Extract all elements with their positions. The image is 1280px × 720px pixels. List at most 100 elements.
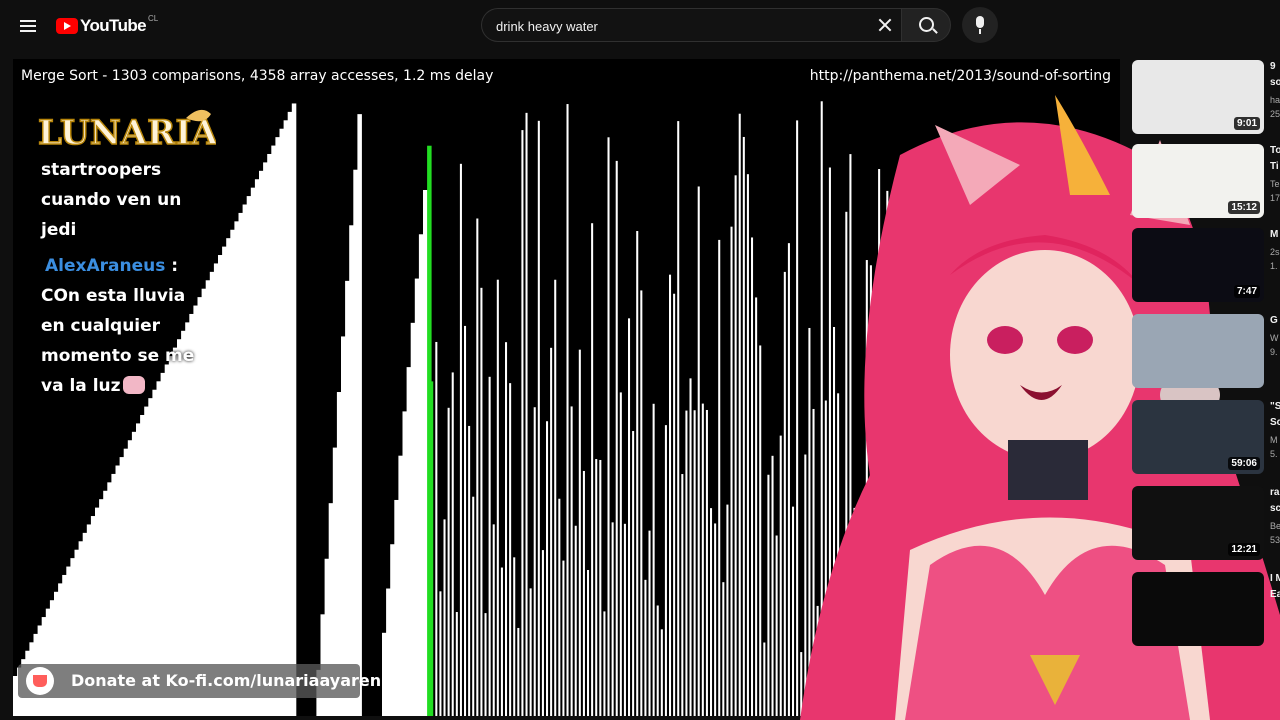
recommendation-title[interactable]: "S (1270, 400, 1280, 414)
video-thumbnail[interactable]: 15:12 (1132, 144, 1264, 218)
array-bar (209, 271, 215, 716)
recommendation-meta: 2s (1270, 247, 1280, 257)
recommendation-meta: 5. (1270, 449, 1278, 459)
video-thumbnail[interactable]: 59:06 (1132, 400, 1264, 474)
chat-overlay: startroopers cuando ven un jedi AlexAran… (41, 155, 201, 401)
recommendation-item[interactable]: 12:21 ra sc Be 53 (1132, 486, 1280, 564)
array-bar (533, 407, 536, 716)
array-bar (570, 406, 573, 716)
array-bar (459, 163, 462, 716)
array-bar (681, 474, 684, 716)
recommendation-title[interactable]: I M (1270, 572, 1280, 586)
donate-text: Donate at Ko-fi.com/lunariaayaren (71, 671, 382, 690)
recommendation-meta: 25 (1270, 109, 1280, 119)
array-bar (632, 431, 635, 716)
duration-badge: 15:12 (1228, 201, 1260, 214)
array-bar (623, 523, 626, 716)
video-thumbnail[interactable]: 7:47 (1132, 228, 1264, 302)
array-bar (341, 336, 346, 716)
array-bar (693, 410, 696, 716)
recommendation-meta: 53 (1270, 535, 1280, 545)
recommendation-meta: 1. (1270, 261, 1278, 271)
array-bar (402, 411, 407, 716)
recommendation-title[interactable]: Ti (1270, 160, 1280, 174)
recommendation-item[interactable]: 7:47 M 2s 1. (1132, 228, 1280, 306)
array-bar (49, 600, 55, 716)
array-bar (558, 498, 561, 716)
array-bar (640, 290, 643, 716)
video-thumbnail[interactable]: 12:21 (1132, 486, 1264, 560)
array-bar (406, 367, 412, 716)
recommendation-title[interactable]: Sc (1270, 416, 1280, 430)
recommendation-title[interactable]: M (1270, 228, 1280, 242)
video-thumbnail[interactable] (1132, 314, 1264, 388)
array-bar (45, 608, 51, 716)
recommendation-item[interactable]: 9:01 9 so ha 25 (1132, 60, 1280, 138)
array-bar (697, 186, 700, 716)
array-bar (656, 605, 659, 716)
array-bar (705, 409, 708, 716)
masthead: YouTube CL (0, 0, 1280, 56)
recommendation-item[interactable]: 15:12 To Ti Te 17 (1132, 144, 1280, 222)
array-bar (537, 120, 540, 716)
array-bar (353, 169, 358, 716)
array-bar (689, 378, 692, 716)
search-box (481, 8, 901, 43)
search-icon (919, 17, 934, 32)
duration-badge: 59:06 (1228, 457, 1260, 470)
array-bar (201, 288, 207, 716)
array-bar (168, 356, 174, 716)
video-thumbnail[interactable]: 9:01 (1132, 60, 1264, 134)
array-bar (525, 112, 528, 716)
array-bar (673, 293, 676, 716)
recommendation-title[interactable]: 9 (1270, 60, 1280, 74)
recommendation-meta: M (1270, 435, 1278, 445)
array-bar (763, 642, 766, 716)
recommendation-title[interactable]: sc (1270, 502, 1280, 516)
recommendation-title[interactable]: ra (1270, 486, 1280, 500)
recommendation-title[interactable]: To (1270, 144, 1280, 158)
country-code: CL (148, 13, 159, 23)
recommendation-title[interactable]: so (1270, 76, 1280, 90)
array-bar (242, 204, 248, 716)
array-bar (619, 392, 622, 716)
recommendation-meta: Be (1270, 521, 1280, 531)
clear-search-icon[interactable] (875, 15, 895, 35)
array-bar (734, 175, 737, 716)
array-bar (652, 403, 655, 716)
array-bar (746, 174, 749, 716)
search-input[interactable] (494, 9, 868, 43)
kofi-cup-icon (26, 667, 54, 695)
array-bar (738, 113, 741, 716)
array-bar (660, 629, 663, 716)
array-bar (701, 403, 704, 716)
recommendation-title[interactable]: Ea (1270, 588, 1280, 602)
array-bar (267, 153, 272, 716)
array-bar (710, 508, 713, 716)
recommendation-item[interactable]: 59:06 "S Sc M 5. (1132, 400, 1280, 478)
search-button[interactable] (901, 8, 951, 42)
array-bar (500, 567, 503, 716)
recommendation-item[interactable]: G W 9. (1132, 314, 1280, 392)
array-bar (238, 212, 243, 716)
array-bar (357, 114, 362, 716)
recommendation-item[interactable]: I M Ea (1132, 572, 1280, 650)
recommendation-meta: 17 (1270, 193, 1280, 203)
array-bar (279, 128, 284, 716)
logo-text: YouTube (80, 16, 147, 35)
youtube-logo[interactable]: YouTube CL (56, 13, 159, 37)
chat-username: AlexAraneus (45, 256, 166, 276)
array-bar (418, 234, 424, 716)
array-bar (513, 557, 516, 716)
recommendation-meta: Te (1270, 179, 1280, 189)
array-bar (349, 225, 354, 716)
recommendation-title[interactable]: G (1270, 314, 1280, 328)
video-thumbnail[interactable] (1132, 572, 1264, 646)
microphone-icon (976, 16, 984, 28)
menu-icon[interactable] (16, 14, 42, 40)
array-bar (398, 455, 403, 716)
voice-search-button[interactable] (962, 7, 998, 43)
array-bar (767, 474, 770, 716)
array-bar (259, 170, 264, 716)
duration-badge: 7:47 (1233, 285, 1260, 298)
